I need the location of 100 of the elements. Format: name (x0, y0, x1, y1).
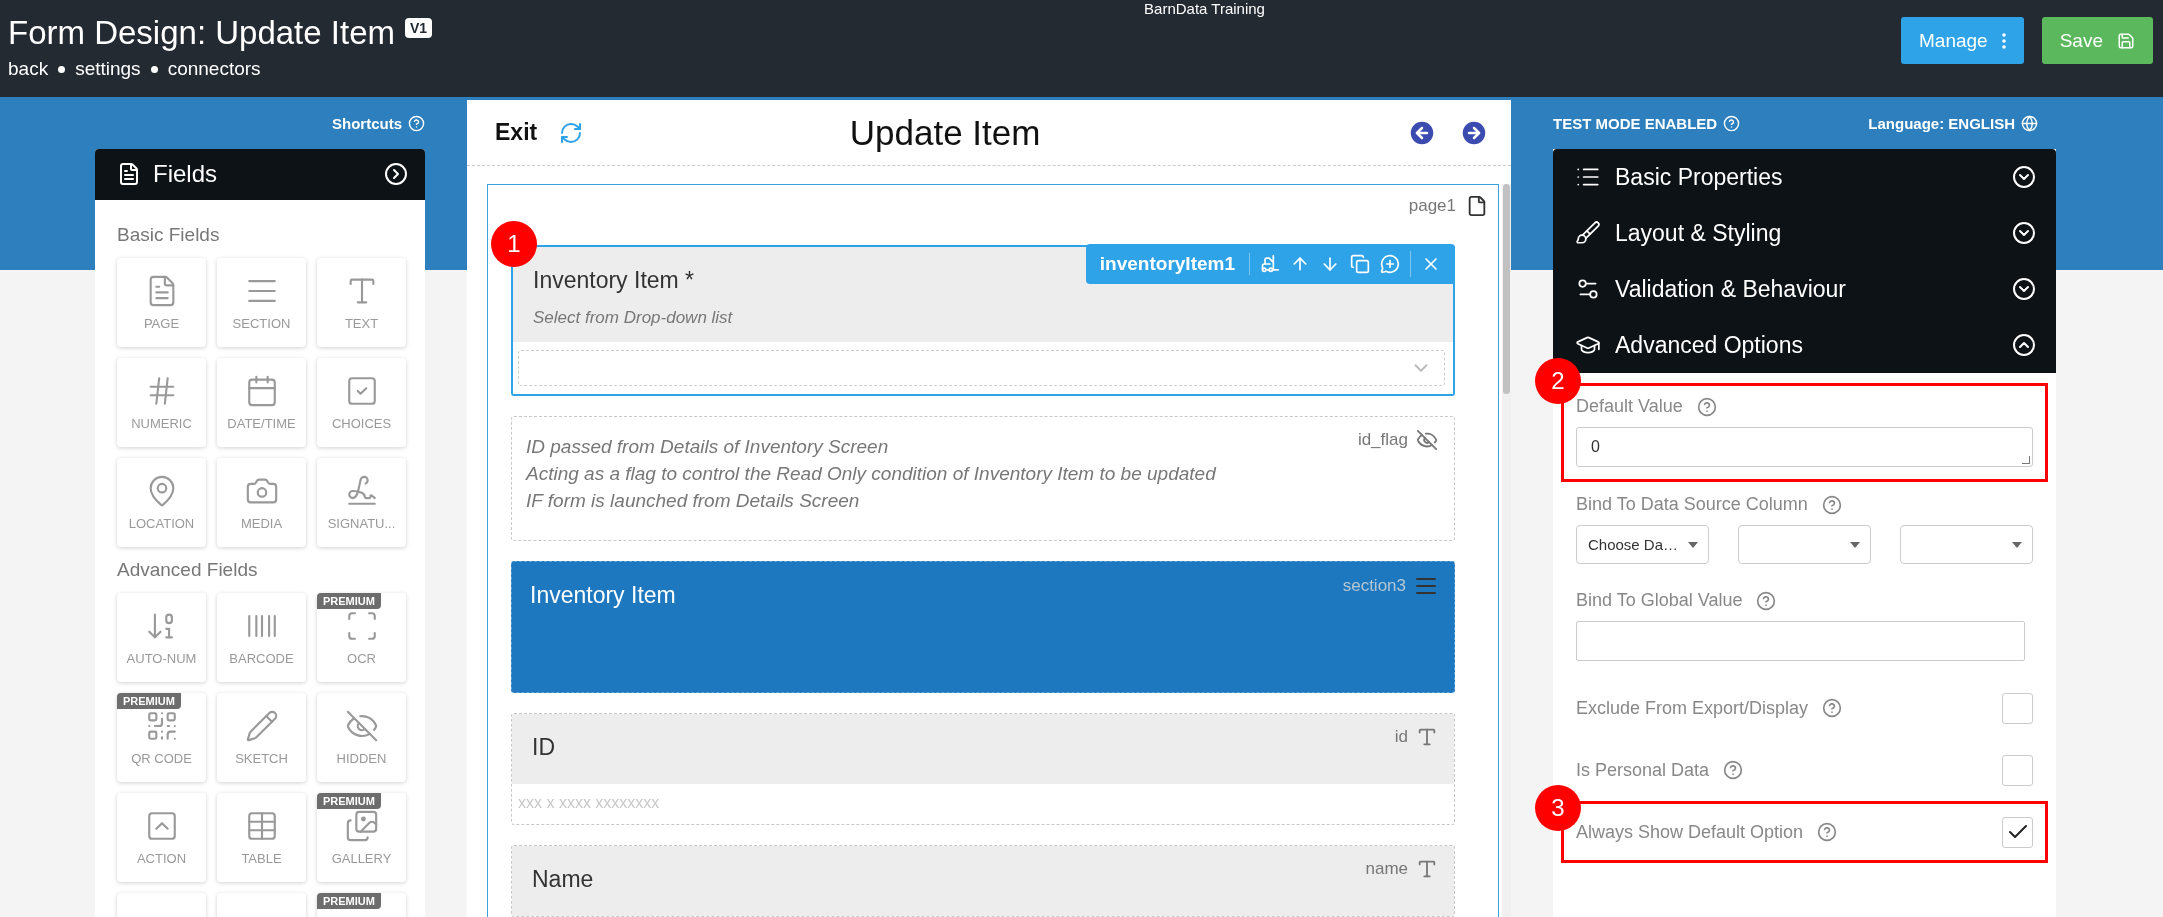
manage-button[interactable]: Manage (1901, 17, 2024, 64)
tile-label: MEDIA (240, 515, 283, 531)
field-tile[interactable]: ACTION (117, 792, 206, 882)
accordion-header[interactable]: Validation & Behaviour (1553, 261, 2056, 317)
help-icon[interactable] (1821, 494, 1842, 515)
checkbox-label: Is Personal Data (1576, 759, 1710, 781)
field-tile[interactable]: PREMIUM (317, 892, 406, 917)
help-icon[interactable] (1696, 396, 1717, 417)
field-tile[interactable]: DATE/TIME (217, 357, 306, 447)
dropdown-field[interactable] (518, 350, 1445, 386)
field-tile[interactable]: AUTO-NUM (117, 592, 206, 682)
exit-button[interactable]: Exit (495, 119, 538, 146)
note-line: ID passed from Details of Inventory Screen (526, 435, 890, 459)
globe-icon[interactable] (2021, 114, 2038, 132)
page-name: page1 (1408, 196, 1456, 216)
accordion-header[interactable]: Layout & Styling (1553, 205, 2056, 261)
field-tile[interactable]: SECTION (217, 257, 306, 347)
field-tile[interactable]: PREMIUM OCR (317, 592, 406, 682)
page-title: Form Design: Update Item (8, 14, 395, 52)
version-badge: V1 (405, 18, 433, 38)
eye-off-icon (344, 708, 379, 743)
copy-icon[interactable] (1350, 254, 1370, 274)
accordion-title: Layout & Styling (1615, 219, 1783, 247)
premium-badge: PREMIUM (317, 792, 381, 809)
field-tile[interactable]: PREMIUM QR CODE (117, 692, 206, 782)
group-title: Basic Fields (117, 223, 221, 246)
checkbox-label: Exclude From Export/Display (1576, 697, 1809, 719)
refresh-icon[interactable] (559, 120, 584, 145)
field-tile[interactable]: PREMIUM GALLERY (317, 792, 406, 882)
save-button[interactable]: Save (2041, 17, 2153, 64)
field-tile[interactable]: NUMERIC (117, 357, 206, 447)
field-tile[interactable]: LOCATION (117, 457, 206, 547)
bullet-dot (58, 65, 66, 73)
pencil-icon (244, 708, 279, 743)
note-line: IF form is launched from Details Screen (526, 489, 861, 513)
tile-label: GALLERY (331, 850, 392, 866)
tile-label: CHOICES (331, 415, 392, 431)
field-key: name (1365, 859, 1408, 879)
field-label: ID (532, 734, 555, 761)
scrollbar[interactable] (1502, 184, 1511, 917)
checkbox[interactable] (2002, 754, 2033, 786)
field-hint: Select from Drop-down list (533, 308, 733, 328)
tile-label: AUTO-NUM (126, 650, 197, 666)
accordion-title: Basic Properties (1615, 163, 1784, 191)
form-field[interactable]: ID passed from Details of Inventory Screen Acting as a flag to control the Read Only condition of Inventory Item to be updated IF form is launched from Details Screen id_flag (511, 416, 1455, 541)
form-section[interactable]: Inventory Item section3 (511, 561, 1455, 693)
global-value-field[interactable] (1576, 621, 2025, 661)
help-icon[interactable] (1817, 822, 1838, 842)
form-field[interactable]: Name name (511, 845, 1455, 917)
nav-link[interactable]: back (8, 58, 49, 80)
field-label: Name (532, 866, 594, 893)
accordion-header[interactable]: Basic Properties (1553, 149, 2056, 205)
section-title: Inventory Item (530, 582, 676, 608)
forklift-icon[interactable] (1260, 254, 1280, 274)
field-tile[interactable]: HIDDEN (317, 692, 406, 782)
field-tile[interactable]: CHOICES (317, 357, 406, 447)
default-value-field[interactable]: 0 (1576, 427, 2033, 467)
annotation-marker: 1 (491, 221, 537, 267)
nav-link[interactable]: settings (75, 58, 141, 80)
field-tile[interactable]: SIGNATU... (317, 457, 406, 547)
field-tile[interactable]: MEDIA (217, 457, 306, 547)
column-select[interactable]: Choose Da… (1576, 525, 1709, 564)
field-key: inventoryItem1 (1099, 253, 1250, 275)
tile-label: QR CODE (131, 750, 192, 766)
premium-badge: PREMIUM (317, 892, 381, 909)
form-icon (117, 162, 141, 187)
checkbox[interactable] (2002, 692, 2033, 724)
field-tile[interactable]: PAGE (117, 257, 206, 347)
page-icon (1466, 195, 1488, 217)
nav-link[interactable]: connectors (167, 58, 261, 80)
column-select[interactable] (1900, 525, 2033, 564)
tile-label: BARCODE (229, 650, 294, 666)
bullet-dot (150, 65, 158, 73)
field-tile[interactable]: BARCODE (217, 592, 306, 682)
brush-icon (1575, 220, 1601, 246)
accordion-title: Advanced Options (1615, 331, 1804, 359)
language-label[interactable]: Language: ENGLISH (1868, 114, 2015, 132)
checkbox[interactable] (2002, 816, 2033, 848)
tile-label: PAGE (143, 315, 180, 331)
help-icon[interactable] (1756, 590, 1777, 611)
field-tile[interactable]: TABLE (217, 792, 306, 882)
field-tile[interactable]: SKETCH (217, 692, 306, 782)
test-mode-label: TEST MODE ENABLED (1553, 114, 1718, 132)
field-tile[interactable]: TEXT (317, 257, 406, 347)
tile-label: ACTION (136, 850, 187, 866)
tile-label: SECTION (232, 315, 291, 331)
premium-badge: PREMIUM (317, 592, 381, 609)
panel-title: Fields (153, 160, 219, 189)
save-icon (2117, 31, 2135, 50)
field-key: section3 (1342, 576, 1406, 596)
text-icon (1416, 858, 1438, 880)
field-label: Bind To Data Source Column (1576, 494, 1808, 515)
gallery-icon (344, 808, 379, 843)
column-select[interactable] (1738, 525, 1871, 564)
help-icon[interactable] (1822, 698, 1843, 718)
help-icon[interactable] (1723, 760, 1744, 780)
tile-label: LOCATION (128, 515, 195, 531)
comment-add-icon[interactable] (1380, 254, 1400, 274)
shortcuts-label[interactable]: Shortcuts (332, 114, 402, 132)
chevron-right-icon[interactable] (384, 162, 408, 187)
